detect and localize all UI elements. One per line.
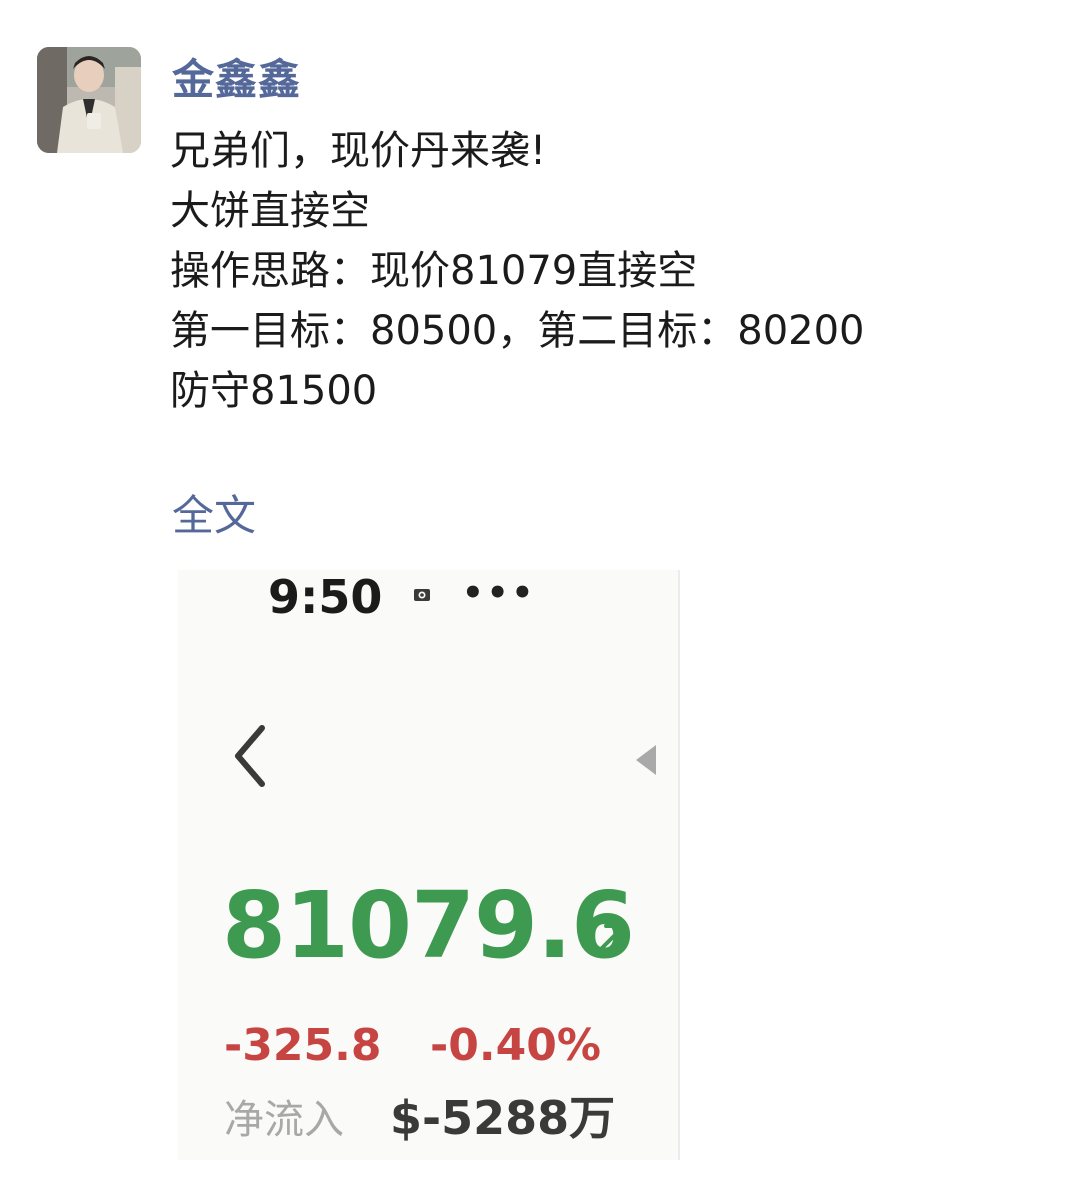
- price-change: -325.8: [224, 1020, 382, 1071]
- post-image[interactable]: 9:50 ••• 81079.6 -325.8 -0.40% 净流入 $-528…: [178, 570, 680, 1160]
- author-name[interactable]: 金鑫鑫: [172, 50, 301, 110]
- trend-up-right-icon: [594, 924, 626, 956]
- back-chevron-icon: [235, 725, 265, 787]
- moments-post: 金鑫鑫 兄弟们，现价丹来袭! 大饼直接空 操作思路：现价81079直接空 第一目…: [0, 0, 1080, 1182]
- net-inflow-value: $-5288万: [390, 1091, 616, 1145]
- post-text: 兄弟们，现价丹来袭! 大饼直接空 操作思路：现价81079直接空 第一目标：80…: [170, 121, 1050, 421]
- more-icon: •••: [462, 573, 537, 613]
- avatar-photo: [37, 47, 141, 153]
- status-camera-icon: [414, 589, 430, 601]
- post-line: 兄弟们，现价丹来袭!: [170, 128, 547, 174]
- post-line: 第一目标：80500，第二目标：80200: [170, 308, 865, 354]
- avatar[interactable]: [37, 47, 141, 153]
- side-arrow-icon: [636, 745, 656, 775]
- post-line: 操作思路：现价81079直接空: [170, 248, 698, 294]
- full-text-link[interactable]: 全文: [172, 486, 256, 546]
- price-change-percent: -0.40%: [430, 1020, 601, 1071]
- post-line: 大饼直接空: [170, 188, 370, 234]
- net-inflow-label: 净流入: [224, 1097, 344, 1143]
- status-time: 9:50: [268, 570, 383, 624]
- post-line: 防守81500: [170, 368, 378, 414]
- price-value: 81079.6: [222, 872, 635, 979]
